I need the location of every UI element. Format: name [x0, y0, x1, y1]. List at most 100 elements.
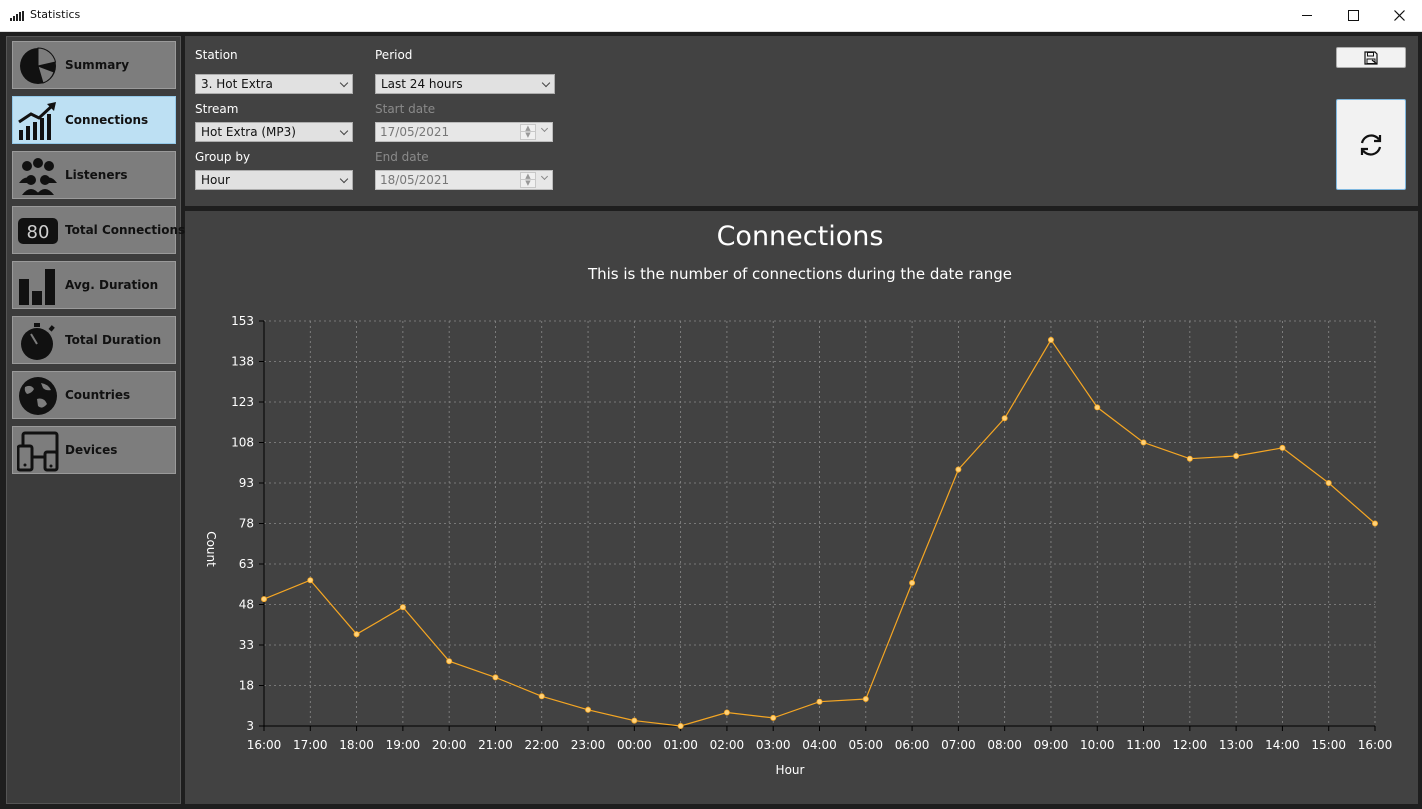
counter-icon-text: 80: [27, 222, 50, 243]
y-tick-label: 63: [239, 557, 254, 571]
x-tick-label: 15:00: [1311, 738, 1346, 752]
save-button[interactable]: [1336, 47, 1406, 68]
chart-panel: Connections This is the number of connec…: [185, 211, 1418, 804]
save-icon: [1364, 50, 1378, 65]
x-tick-label: 07:00: [941, 738, 976, 752]
refresh-button[interactable]: [1336, 99, 1406, 190]
minimize-icon: [1302, 15, 1312, 16]
data-point: [1372, 520, 1379, 527]
stream-select[interactable]: Hot Extra (MP3): [195, 122, 353, 142]
x-tick-label: 23:00: [571, 738, 606, 752]
start-date-picker[interactable]: 17/05/2021 ▲ ▼: [375, 122, 553, 142]
refresh-icon: [1360, 133, 1382, 156]
y-tick-label: 123: [231, 395, 254, 409]
data-point: [1325, 479, 1332, 486]
chevron-down-icon[interactable]: [540, 172, 549, 181]
x-tick-label: 10:00: [1080, 738, 1115, 752]
y-tick-label: 18: [239, 679, 254, 693]
data-point: [538, 693, 545, 700]
end-date-label: End date: [375, 150, 429, 164]
x-axis-label: Hour: [776, 763, 805, 777]
x-tick-label: 21:00: [478, 738, 513, 752]
end-date-picker[interactable]: 18/05/2021 ▲ ▼: [375, 170, 553, 190]
sidebar-item-label: Devices: [65, 443, 118, 457]
x-tick-label: 20:00: [432, 738, 467, 752]
close-button[interactable]: [1376, 0, 1422, 31]
close-icon: [1393, 10, 1405, 21]
data-point: [631, 717, 638, 724]
trending-up-icon: [18, 102, 56, 140]
stopwatch-icon: [21, 323, 55, 360]
globe-icon: [19, 377, 57, 415]
data-point: [1279, 444, 1286, 451]
sidebar-item-total-connections[interactable]: 80 Total Connections: [12, 206, 185, 254]
group-by-select[interactable]: Hour: [195, 170, 353, 190]
x-tick-label: 02:00: [710, 738, 745, 752]
data-point: [307, 577, 314, 584]
maximize-button[interactable]: [1330, 0, 1376, 31]
data-point: [1140, 439, 1147, 446]
chevron-down-icon: [339, 174, 349, 184]
data-point: [770, 714, 777, 721]
data-point: [1186, 455, 1193, 462]
station-value: 3. Hot Extra: [201, 77, 273, 91]
x-tick-label: 11:00: [1126, 738, 1161, 752]
x-axis-ticks: 16:00 17:00 18:00 19:00 20:00 21:00 22:00 23:00…: [247, 726, 1392, 752]
data-point: [585, 706, 592, 713]
x-tick-label: 06:00: [895, 738, 930, 752]
sidebar-item-total-duration[interactable]: Total Duration: [12, 316, 176, 364]
chevron-down-icon: [339, 126, 349, 136]
y-tick-label: 93: [239, 476, 254, 490]
y-tick-label: 138: [231, 355, 254, 369]
start-date-spinner[interactable]: ▲ ▼: [520, 124, 536, 140]
sidebar-item-label: Total Duration: [65, 333, 162, 347]
stream-label: Stream: [195, 102, 239, 116]
start-date-label: Start date: [375, 102, 436, 116]
data-point: [955, 466, 962, 473]
data-point: [1001, 415, 1008, 422]
station-select[interactable]: 3. Hot Extra: [195, 74, 353, 94]
x-tick-label: 04:00: [802, 738, 837, 752]
x-tick-label: 17:00: [293, 738, 328, 752]
bar-chart-icon: [19, 269, 55, 305]
data-point: [677, 723, 684, 730]
x-tick-label: 19:00: [386, 738, 421, 752]
data-point: [1047, 336, 1054, 343]
period-select[interactable]: Last 24 hours: [375, 74, 555, 94]
y-axis-ticks: 3 18 33 48 63 78 93 108 123 138 153: [231, 314, 264, 733]
minimize-button[interactable]: [1284, 0, 1330, 31]
data-point: [862, 695, 869, 702]
group-by-label: Group by: [195, 150, 251, 164]
sidebar-item-avg-duration[interactable]: Avg. Duration: [12, 261, 176, 309]
sidebar-item-connections[interactable]: Connections: [12, 96, 176, 144]
sidebar-item-devices[interactable]: Devices: [12, 426, 176, 474]
data-point: [399, 604, 406, 611]
sidebar-item-countries[interactable]: Countries: [12, 371, 176, 419]
x-tick-label: 12:00: [1173, 738, 1208, 752]
sidebar: Summary Connections Listeners 80 Total C…: [6, 36, 185, 804]
chevron-down-icon: [541, 78, 551, 88]
end-date-spinner[interactable]: ▲ ▼: [520, 172, 536, 188]
x-tick-label: 01:00: [663, 738, 698, 752]
data-point: [492, 674, 499, 681]
chart-grid: [264, 320, 1376, 726]
sidebar-item-label: Avg. Duration: [65, 278, 159, 292]
x-tick-label: 18:00: [339, 738, 374, 752]
stream-value: Hot Extra (MP3): [201, 125, 296, 139]
sidebar-item-label: Listeners: [65, 168, 128, 182]
maximize-icon: [1347, 10, 1359, 21]
data-point: [353, 631, 360, 638]
period-value: Last 24 hours: [381, 77, 463, 91]
x-tick-label: 09:00: [1034, 738, 1069, 752]
start-date-value: 17/05/2021: [380, 125, 450, 139]
chevron-down-icon[interactable]: [540, 124, 549, 133]
y-tick-label: 3: [246, 719, 254, 733]
group-by-value: Hour: [201, 173, 230, 187]
pie-chart-icon: [20, 47, 57, 84]
sidebar-item-listeners[interactable]: Listeners: [12, 151, 176, 199]
sidebar-item-label: Connections: [65, 113, 149, 127]
x-tick-label: 16:00: [247, 738, 282, 752]
sidebar-item-summary[interactable]: Summary: [12, 41, 176, 89]
people-icon: [19, 158, 57, 195]
x-tick-label: 05:00: [848, 738, 883, 752]
